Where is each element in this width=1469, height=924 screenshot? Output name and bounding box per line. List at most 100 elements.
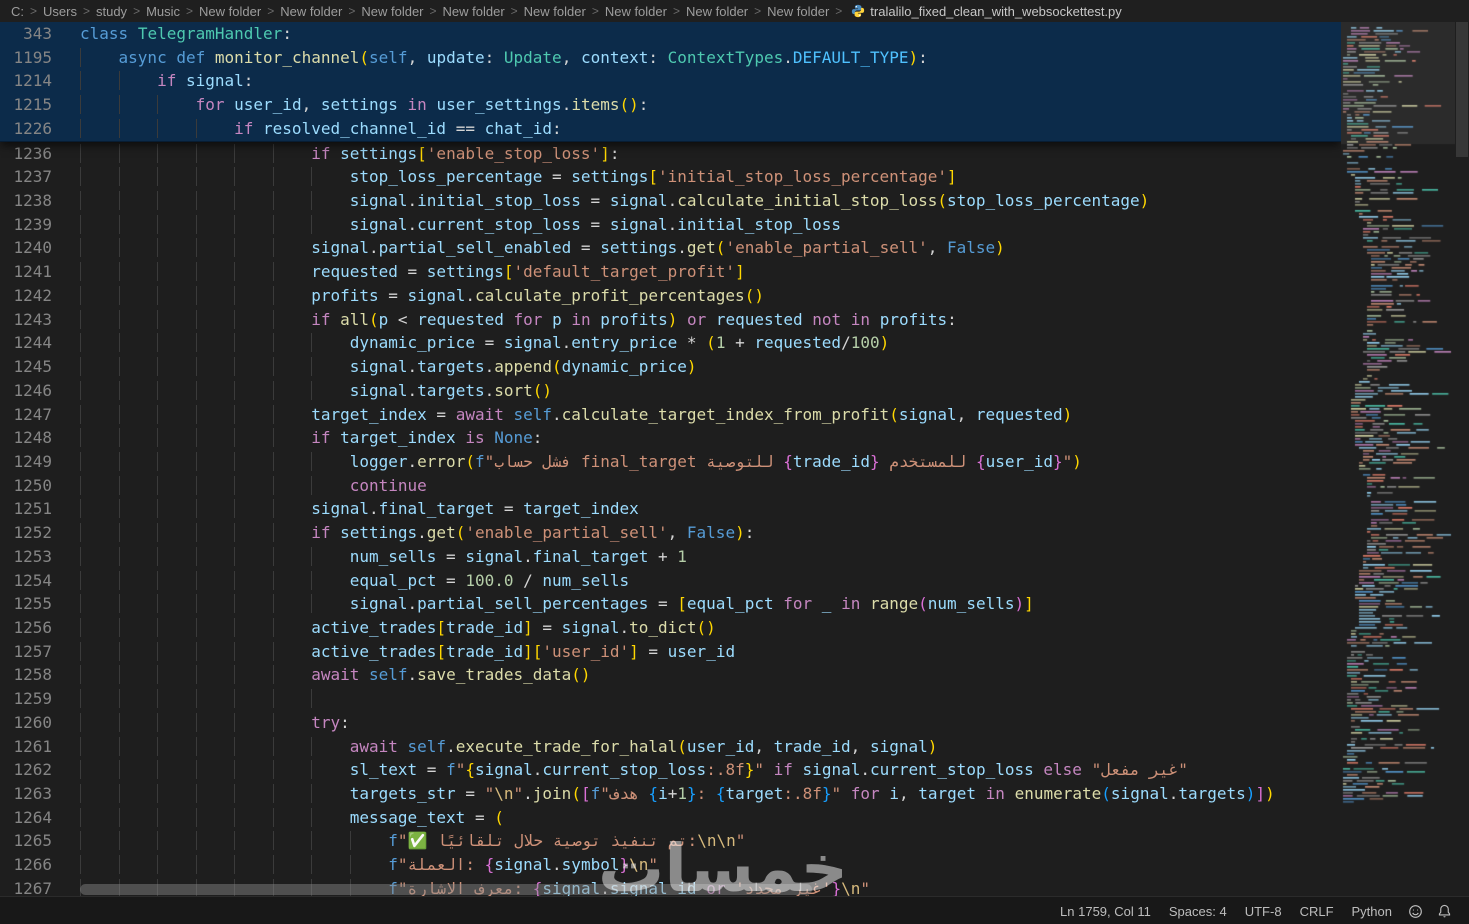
line-number[interactable]: 1253 bbox=[0, 545, 52, 569]
breadcrumb-item[interactable]: New folder bbox=[604, 4, 668, 19]
code-line[interactable]: 1260 try: bbox=[0, 711, 1341, 735]
line-number[interactable]: 1241 bbox=[0, 260, 52, 284]
code-line[interactable]: 1226 if resolved_channel_id == chat_id: bbox=[0, 117, 1341, 141]
line-number[interactable]: 1240 bbox=[0, 236, 52, 260]
code-line[interactable]: 1255 signal.partial_sell_percentages = [… bbox=[0, 592, 1341, 616]
code-line[interactable]: 1242 profits = signal.calculate_profit_p… bbox=[0, 284, 1341, 308]
code-line[interactable]: 1265 f"✅ تم تنفيذ توصية حلال تلقائيًا:\n… bbox=[0, 829, 1341, 853]
sticky-scroll[interactable]: 343 class TelegramHandler: 1195 async def … bbox=[0, 22, 1341, 142]
line-number[interactable]: 1239 bbox=[0, 213, 52, 237]
line-number[interactable]: 1262 bbox=[0, 758, 52, 782]
code-line[interactable]: 1215 for user_id, settings in user_setti… bbox=[0, 93, 1341, 117]
code-line[interactable]: 1258 await self.save_trades_data() bbox=[0, 663, 1341, 687]
vertical-scrollbar[interactable] bbox=[1455, 22, 1469, 896]
line-number[interactable]: 1250 bbox=[0, 474, 52, 498]
code-line[interactable]: 1237 stop_loss_percentage = settings['in… bbox=[0, 165, 1341, 189]
line-number[interactable]: 1214 bbox=[0, 69, 52, 93]
line-number[interactable]: 1237 bbox=[0, 165, 52, 189]
line-number[interactable]: 1242 bbox=[0, 284, 52, 308]
line-number[interactable]: 1248 bbox=[0, 426, 52, 450]
line-number[interactable]: 1195 bbox=[0, 46, 52, 70]
code-line[interactable]: 1236 if settings['enable_stop_loss']: bbox=[0, 142, 1341, 166]
code-line[interactable]: 1266 f"العملة: {signal.symbol}\n" bbox=[0, 853, 1341, 877]
line-number[interactable]: 1247 bbox=[0, 403, 52, 427]
line-number[interactable]: 1263 bbox=[0, 782, 52, 806]
code-line[interactable]: 343 class TelegramHandler: bbox=[0, 22, 1341, 46]
code-line[interactable]: 1240 signal.partial_sell_enabled = setti… bbox=[0, 236, 1341, 260]
code-line[interactable]: 1256 active_trades[trade_id] = signal.to… bbox=[0, 616, 1341, 640]
code-line[interactable]: 1264 message_text = ( bbox=[0, 806, 1341, 830]
code-line[interactable]: 1238 signal.initial_stop_loss = signal.c… bbox=[0, 189, 1341, 213]
code-line[interactable]: 1247 target_index = await self.calculate… bbox=[0, 403, 1341, 427]
line-number[interactable]: 1259 bbox=[0, 687, 52, 711]
feedback-smiley-icon[interactable] bbox=[1401, 904, 1430, 919]
line-number[interactable]: 1238 bbox=[0, 189, 52, 213]
breadcrumb-item[interactable]: Music bbox=[145, 4, 181, 19]
line-number[interactable]: 1255 bbox=[0, 592, 52, 616]
line-number[interactable]: 1267 bbox=[0, 877, 52, 896]
code-line[interactable]: 1262 sl_text = f"{signal.current_stop_lo… bbox=[0, 758, 1341, 782]
code-line[interactable]: 1251 signal.final_target = target_index bbox=[0, 497, 1341, 521]
code-line[interactable]: 1195 async def monitor_channel(self, upd… bbox=[0, 46, 1341, 70]
code-line[interactable]: 1263 targets_str = "\n".join([f"هدف {i+1… bbox=[0, 782, 1341, 806]
line-number[interactable]: 1264 bbox=[0, 806, 52, 830]
code-line[interactable]: 1252 if settings.get('enable_partial_sel… bbox=[0, 521, 1341, 545]
line-number[interactable]: 1256 bbox=[0, 616, 52, 640]
status-eol[interactable]: CRLF bbox=[1291, 904, 1343, 919]
line-number[interactable]: 1258 bbox=[0, 663, 52, 687]
code-lines[interactable]: 1236 if settings['enable_stop_loss']: 123… bbox=[0, 142, 1341, 896]
breadcrumb-item[interactable]: New folder bbox=[198, 4, 262, 19]
code-line[interactable]: 1257 active_trades[trade_id]['user_id'] … bbox=[0, 640, 1341, 664]
line-number[interactable]: 1245 bbox=[0, 355, 52, 379]
line-number[interactable]: 1266 bbox=[0, 853, 52, 877]
breadcrumb-item[interactable]: C: bbox=[10, 4, 25, 19]
code-line[interactable]: 1253 num_sells = signal.final_target + 1 bbox=[0, 545, 1341, 569]
code-line[interactable]: 1249 logger.error(f"فشل حساب final_targe… bbox=[0, 450, 1341, 474]
code-line[interactable]: 1244 dynamic_price = signal.entry_price … bbox=[0, 331, 1341, 355]
code-line[interactable]: 1246 signal.targets.sort() bbox=[0, 379, 1341, 403]
line-number[interactable]: 1215 bbox=[0, 93, 52, 117]
line-number[interactable]: 1243 bbox=[0, 308, 52, 332]
status-indentation[interactable]: Spaces: 4 bbox=[1160, 904, 1236, 919]
code-line[interactable]: 1241 requested = settings['default_targe… bbox=[0, 260, 1341, 284]
status-language[interactable]: Python bbox=[1343, 904, 1401, 919]
breadcrumb-item[interactable]: New folder bbox=[685, 4, 749, 19]
line-number[interactable]: 1251 bbox=[0, 497, 52, 521]
line-number[interactable]: 343 bbox=[0, 22, 52, 46]
code-line[interactable]: 1261 await self.execute_trade_for_halal(… bbox=[0, 735, 1341, 759]
breadcrumb-file[interactable]: tralalilo_fixed_clean_with_websockettest… bbox=[870, 4, 1121, 19]
code-line[interactable]: 1254 equal_pct = 100.0 / num_sells bbox=[0, 569, 1341, 593]
line-number[interactable]: 1236 bbox=[0, 142, 52, 166]
code-line[interactable]: 1239 signal.current_stop_loss = signal.i… bbox=[0, 213, 1341, 237]
line-number[interactable]: 1249 bbox=[0, 450, 52, 474]
line-number[interactable]: 1265 bbox=[0, 829, 52, 853]
line-number[interactable]: 1244 bbox=[0, 331, 52, 355]
line-number[interactable]: 1246 bbox=[0, 379, 52, 403]
breadcrumb-item[interactable]: New folder bbox=[523, 4, 587, 19]
notifications-bell-icon[interactable] bbox=[1430, 904, 1459, 919]
line-number[interactable]: 1260 bbox=[0, 711, 52, 735]
code-line[interactable]: 1243 if all(p < requested for p in profi… bbox=[0, 308, 1341, 332]
code-line[interactable]: 1245 signal.targets.append(dynamic_price… bbox=[0, 355, 1341, 379]
status-encoding[interactable]: UTF-8 bbox=[1236, 904, 1291, 919]
line-number[interactable]: 1257 bbox=[0, 640, 52, 664]
code-line[interactable]: 1259 bbox=[0, 687, 1341, 711]
code-line[interactable]: 1248 if target_index is None: bbox=[0, 426, 1341, 450]
breadcrumb-item[interactable]: New folder bbox=[442, 4, 506, 19]
breadcrumb-item[interactable]: Users bbox=[42, 4, 78, 19]
vertical-scrollbar-thumb[interactable] bbox=[1456, 22, 1468, 157]
breadcrumb-item[interactable]: New folder bbox=[279, 4, 343, 19]
line-number[interactable]: 1261 bbox=[0, 735, 52, 759]
line-number[interactable]: 1254 bbox=[0, 569, 52, 593]
code-line[interactable]: 1250 continue bbox=[0, 474, 1341, 498]
breadcrumb-item[interactable]: New folder bbox=[766, 4, 830, 19]
line-number[interactable]: 1252 bbox=[0, 521, 52, 545]
code-line[interactable]: 1214 if signal: bbox=[0, 69, 1341, 93]
line-number[interactable]: 1226 bbox=[0, 117, 52, 141]
breadcrumb-item[interactable]: New folder bbox=[360, 4, 424, 19]
status-cursor-position[interactable]: Ln 1759, Col 11 bbox=[1051, 904, 1160, 919]
code-pane[interactable]: 343 class TelegramHandler: 1195 async def … bbox=[0, 22, 1341, 896]
minimap[interactable] bbox=[1341, 22, 1455, 896]
breadcrumb-item[interactable]: study bbox=[95, 4, 128, 19]
horizontal-scrollbar-thumb[interactable] bbox=[80, 884, 812, 895]
